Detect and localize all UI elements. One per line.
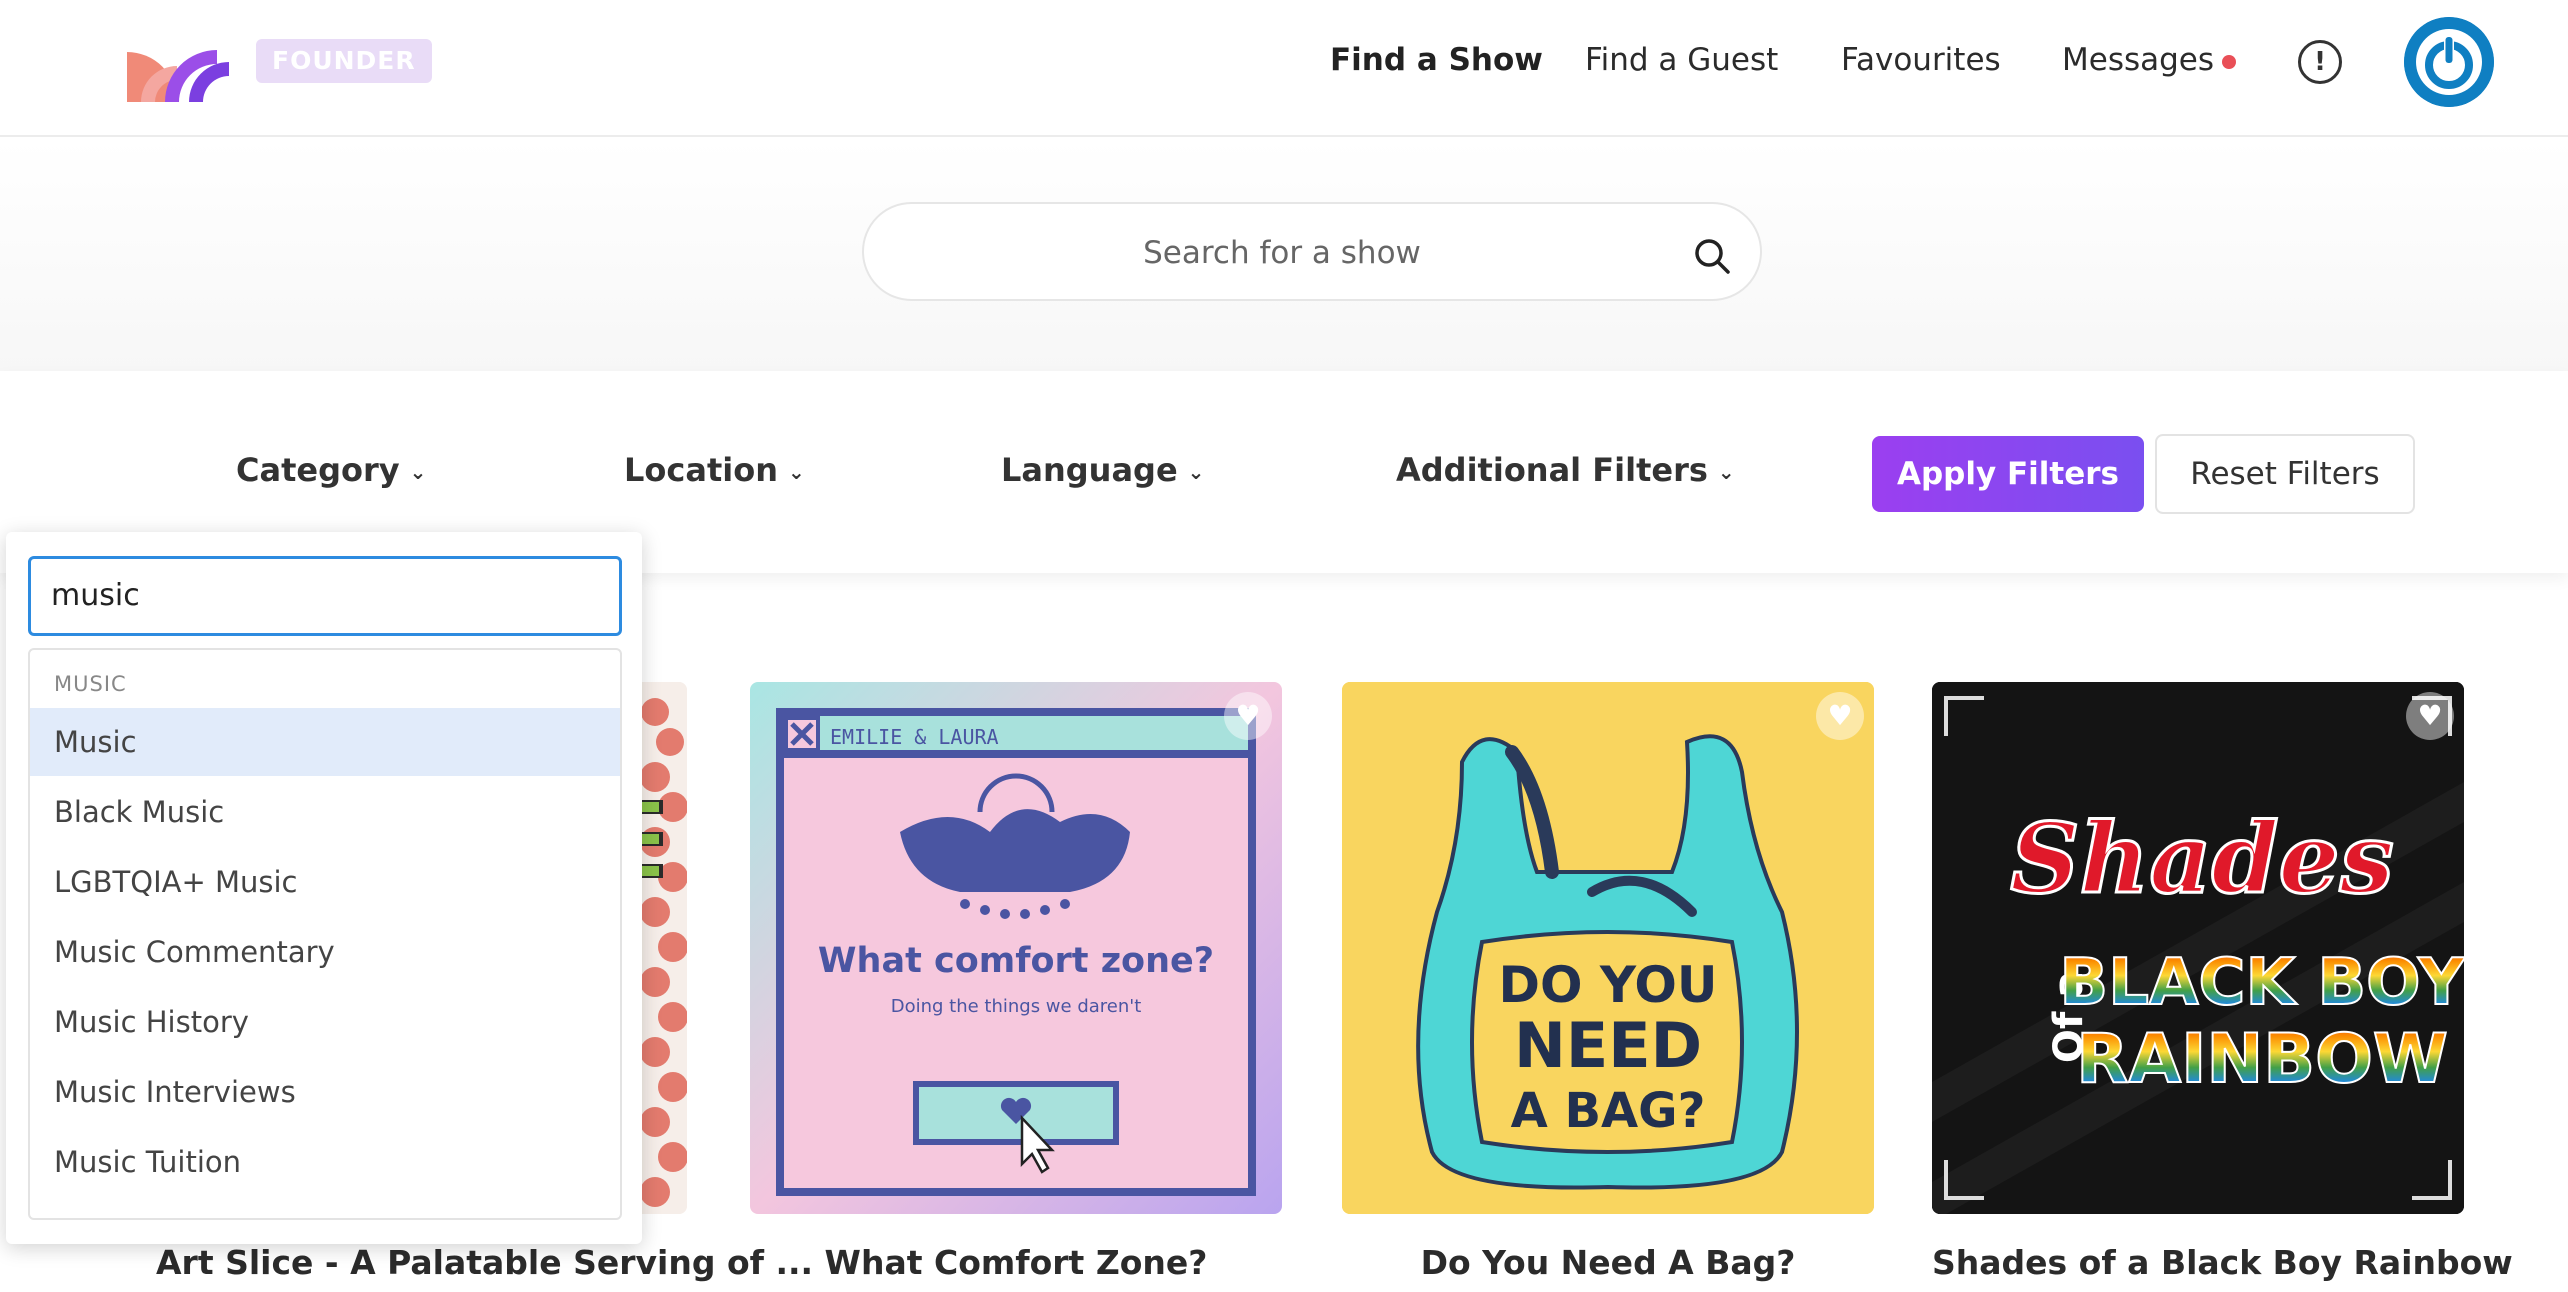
category-filter[interactable]: Category ⌄ [236,445,426,495]
show-card-shades-of-a-black-boy-rainbow[interactable]: Shades Of a BLACK BOY RAINBOW ♥ [1932,682,2464,1214]
location-filter[interactable]: Location ⌄ [624,445,805,495]
nav-find-a-show[interactable]: Find a Show [1330,30,1543,90]
art-line-1: DO YOU [1499,956,1718,1014]
card-title-art-slice[interactable]: Art Slice - A Palatable Serving of ... [96,1238,813,1288]
art-line-black-boy: BLACK BOY [2059,946,2464,1020]
chevron-down-icon: ⌄ [409,460,427,484]
additional-filters-label: Additional Filters [1396,451,1708,489]
search-placeholder: Search for a show [1143,235,1421,271]
card-title-shades-of-a-black-boy-rainbow[interactable]: Shades of a Black Boy Rainbow [1932,1238,2513,1288]
category-option-music-tuition[interactable]: Music Tuition [30,1128,620,1196]
category-search-input[interactable]: music [28,556,622,636]
show-card-do-you-need-a-bag[interactable]: DO YOU NEED A BAG? ♥ [1342,682,1874,1214]
reset-filters-button[interactable]: Reset Filters [2155,434,2415,514]
category-option-music-commentary[interactable]: Music Commentary [30,918,620,986]
nav-find-a-guest[interactable]: Find a Guest [1585,30,1778,90]
art-line-rainbow: RAINBOW [2076,1020,2448,1099]
shades-artwork: Shades Of a BLACK BOY RAINBOW [1932,682,2464,1214]
category-option-music[interactable]: Music [30,708,620,776]
option-group-label: MUSIC [54,672,127,696]
notification-dot [2222,54,2237,69]
art-line-3: A BAG? [1511,1083,1706,1139]
nav-messages[interactable]: Messages [2062,30,2237,90]
chevron-down-icon: ⌄ [787,460,805,484]
founder-badge: FOUNDER [256,39,432,83]
heart-icon[interactable]: ♥ [1224,692,1272,740]
category-option-music-history[interactable]: Music History [30,988,620,1056]
heart-icon[interactable]: ♥ [2406,692,2454,740]
what-comfort-zone-artwork: EMILIE & LAURA What comfort zone? Doing … [750,682,1282,1214]
art-subtitle-text: Doing the things we daren't [891,996,1142,1017]
search-icon[interactable] [1692,236,1732,276]
app-logo[interactable] [127,22,237,102]
user-avatar[interactable] [2404,17,2494,107]
top-navigation-bar: FOUNDER Find a Show Find a Guest Favouri… [0,0,2568,137]
nav-messages-label: Messages [2062,42,2215,78]
do-you-need-a-bag-artwork: DO YOU NEED A BAG? [1342,682,1874,1214]
chevron-down-icon: ⌄ [1187,460,1205,484]
location-filter-label: Location [624,451,778,489]
alert-icon[interactable]: ! [2298,40,2342,84]
category-option-black-music[interactable]: Black Music [30,778,620,846]
card-title-what-comfort-zone[interactable]: What Comfort Zone? [750,1238,1282,1288]
additional-filters[interactable]: Additional Filters ⌄ [1396,445,1735,495]
heart-icon[interactable]: ♥ [1816,692,1864,740]
art-line-2: NEED [1514,1009,1702,1082]
category-option-lgbtqia-music[interactable]: LGBTQIA+ Music [30,848,620,916]
chevron-down-icon: ⌄ [1717,460,1735,484]
language-filter[interactable]: Language ⌄ [1001,445,1204,495]
card-title-do-you-need-a-bag[interactable]: Do You Need A Bag? [1342,1238,1874,1288]
category-search-value: music [51,578,140,613]
nav-favourites[interactable]: Favourites [1841,30,2001,90]
apply-filters-button[interactable]: Apply Filters [1872,436,2144,512]
show-search-input[interactable]: Search for a show [862,202,1762,301]
show-card-what-comfort-zone[interactable]: EMILIE & LAURA What comfort zone? Doing … [750,682,1282,1214]
category-filter-label: Category [236,451,400,489]
art-header-text: EMILIE & LAURA [830,725,999,749]
language-filter-label: Language [1001,451,1178,489]
art-script-text: Shades [2010,802,2394,915]
category-options-list: MUSIC Music Black Music LGBTQIA+ Music M… [28,648,622,1220]
category-option-music-interviews[interactable]: Music Interviews [30,1058,620,1126]
art-title-text: What comfort zone? [818,941,1214,981]
